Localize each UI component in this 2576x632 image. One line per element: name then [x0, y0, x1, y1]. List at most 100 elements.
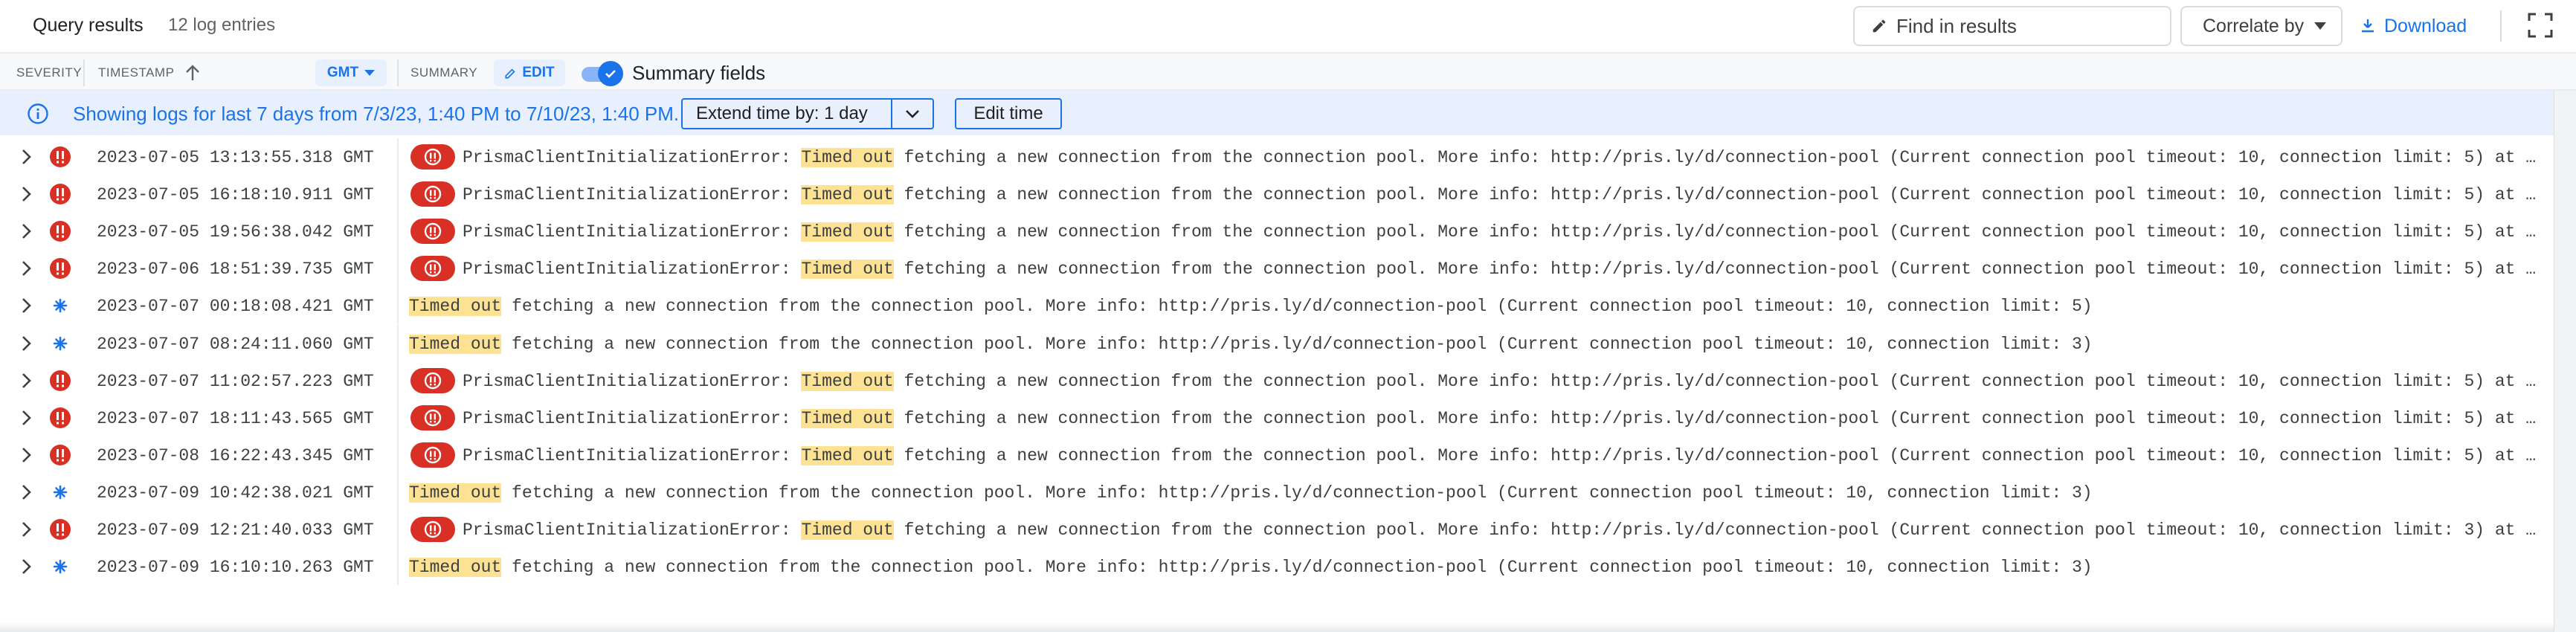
- download-label: Download: [2384, 15, 2467, 36]
- column-divider[interactable]: [397, 59, 399, 86]
- column-divider: [397, 138, 399, 175]
- find-in-results-input[interactable]: Find in results: [1853, 6, 2171, 46]
- column-timestamp[interactable]: TIMESTAMP: [98, 65, 174, 80]
- column-divider: [397, 361, 399, 399]
- search-highlight: Timed out: [801, 445, 894, 465]
- chevron-down-icon: [906, 110, 919, 118]
- error-severity-icon: [50, 444, 71, 465]
- log-summary: PrismaClientInitializationError: Timed o…: [463, 520, 2537, 540]
- expand-chevron-icon[interactable]: [16, 445, 36, 465]
- expand-chevron-icon[interactable]: [16, 184, 36, 204]
- expand-chevron-icon[interactable]: [16, 147, 36, 167]
- log-timestamp: 2023-07-09 10:42:38.021 GMT: [97, 483, 374, 503]
- column-divider: [397, 250, 399, 288]
- extend-time-dropdown[interactable]: [892, 109, 933, 118]
- summary-prefix: PrismaClientInitializationError:: [463, 445, 802, 465]
- log-timestamp: 2023-07-07 18:11:43.565 GMT: [97, 408, 374, 428]
- bottom-edge: [0, 622, 2554, 632]
- edit-summary-button[interactable]: EDIT: [494, 59, 565, 86]
- log-entry-row[interactable]: 2023-07-05 16:18:10.911 GMT PrismaClientI…: [0, 175, 2554, 213]
- column-divider: [397, 473, 399, 511]
- error-pill-icon: [410, 256, 455, 282]
- column-severity[interactable]: SEVERITY: [16, 65, 82, 80]
- error-pill-icon: [410, 219, 455, 245]
- log-entry-row[interactable]: 2023-07-09 12:21:40.033 GMT PrismaClientI…: [0, 511, 2554, 548]
- column-divider: [397, 287, 399, 325]
- summary-text: fetching a new connection from the conne…: [501, 558, 2093, 578]
- pencil-icon: [1873, 19, 1886, 33]
- log-timestamp: 2023-07-07 00:18:08.421 GMT: [97, 297, 374, 317]
- toggle-knob: [598, 61, 623, 86]
- log-entry-row[interactable]: 2023-07-05 19:56:38.042 GMT PrismaClientI…: [0, 213, 2554, 251]
- expand-chevron-icon[interactable]: [16, 222, 36, 241]
- search-highlight: Timed out: [409, 334, 502, 354]
- check-icon: [605, 70, 616, 78]
- log-timestamp: 2023-07-05 19:56:38.042 GMT: [97, 222, 374, 242]
- log-timestamp: 2023-07-09 16:10:10.263 GMT: [97, 558, 374, 578]
- edit-time-button[interactable]: Edit time: [955, 98, 1062, 129]
- error-severity-icon: [50, 146, 71, 167]
- summary-text: fetching a new connection from the conne…: [893, 259, 2537, 280]
- log-summary: PrismaClientInitializationError: Timed o…: [463, 222, 2537, 242]
- search-highlight: Timed out: [801, 408, 894, 428]
- log-entry-row[interactable]: 2023-07-07 11:02:57.223 GMT PrismaClientI…: [0, 361, 2554, 399]
- default-severity-icon: [53, 485, 68, 500]
- search-highlight: Timed out: [409, 558, 502, 578]
- summary-text: fetching a new connection from the conne…: [893, 371, 2537, 391]
- expand-chevron-icon[interactable]: [16, 408, 36, 428]
- divider: [2500, 10, 2502, 42]
- log-summary: Timed out fetching a new connection from…: [409, 297, 2537, 317]
- expand-chevron-icon[interactable]: [16, 483, 36, 502]
- log-entry-row[interactable]: 2023-07-05 13:13:55.318 GMT PrismaClientI…: [0, 138, 2554, 175]
- error-severity-icon: [50, 370, 71, 391]
- log-summary: PrismaClientInitializationError: Timed o…: [463, 445, 2537, 465]
- column-divider: [397, 511, 399, 548]
- expand-chevron-icon[interactable]: [16, 259, 36, 278]
- search-highlight: Timed out: [801, 259, 894, 280]
- log-timestamp: 2023-07-09 12:21:40.033 GMT: [97, 520, 374, 540]
- error-pill-icon: [410, 144, 455, 170]
- log-entry-row[interactable]: 2023-07-09 16:10:10.263 GMT Timed out fet…: [0, 548, 2554, 586]
- log-entry-row[interactable]: 2023-07-07 08:24:11.060 GMT Timed out fet…: [0, 324, 2554, 362]
- download-icon: [2362, 19, 2374, 33]
- summary-fields-toggle[interactable]: [582, 61, 623, 86]
- expand-chevron-icon[interactable]: [16, 334, 36, 353]
- summary-text: fetching a new connection from the conne…: [501, 334, 2093, 354]
- column-divider: [397, 548, 399, 586]
- scrollbar[interactable]: [2554, 91, 2576, 632]
- sort-ascending-icon[interactable]: [184, 64, 201, 82]
- summary-fields-label: Summary fields: [632, 62, 766, 84]
- log-entry-row[interactable]: 2023-07-07 00:18:08.421 GMT Timed out fet…: [0, 287, 2554, 325]
- expand-chevron-icon[interactable]: [16, 557, 36, 576]
- search-highlight: Timed out: [801, 520, 894, 540]
- banner-message: Showing logs for last 7 days from 7/3/23…: [73, 103, 680, 125]
- log-summary: Timed out fetching a new connection from…: [409, 558, 2537, 578]
- expand-chevron-icon[interactable]: [16, 520, 36, 539]
- summary-text: fetching a new connection from the conne…: [893, 222, 2537, 242]
- log-entry-row[interactable]: 2023-07-06 18:51:39.735 GMT PrismaClientI…: [0, 250, 2554, 288]
- timezone-dropdown[interactable]: GMT: [315, 59, 387, 86]
- error-pill-icon: [410, 404, 455, 431]
- log-summary: PrismaClientInitializationError: Timed o…: [463, 185, 2537, 205]
- extend-time-button[interactable]: Extend time by: 1 day: [683, 100, 892, 128]
- correlate-by-dropdown[interactable]: Correlate by: [2180, 6, 2342, 46]
- summary-text: fetching a new connection from the conne…: [893, 148, 2537, 167]
- log-entry-row[interactable]: 2023-07-08 16:22:43.345 GMT PrismaClientI…: [0, 436, 2554, 474]
- pencil-icon: [505, 68, 515, 79]
- log-timestamp: 2023-07-08 16:22:43.345 GMT: [97, 445, 374, 465]
- download-button[interactable]: Download: [2359, 6, 2493, 46]
- summary-prefix: PrismaClientInitializationError:: [463, 222, 802, 242]
- error-severity-icon: [50, 519, 71, 540]
- error-severity-icon: [50, 221, 71, 242]
- search-highlight: Timed out: [409, 297, 502, 317]
- expand-chevron-icon[interactable]: [16, 296, 36, 315]
- column-header-row: SEVERITY TIMESTAMP GMT SUMMARY EDIT Summ…: [0, 52, 2576, 91]
- log-timestamp: 2023-07-06 18:51:39.735 GMT: [97, 259, 374, 280]
- expand-chevron-icon[interactable]: [16, 371, 36, 390]
- log-entry-row[interactable]: 2023-07-07 18:11:43.565 GMT PrismaClientI…: [0, 399, 2554, 436]
- page-title: Query results: [33, 15, 144, 36]
- error-pill-icon: [410, 517, 455, 542]
- fullscreen-icon[interactable]: [2527, 12, 2554, 39]
- column-divider[interactable]: [83, 59, 85, 86]
- log-entry-row[interactable]: 2023-07-09 10:42:38.021 GMT Timed out fet…: [0, 473, 2554, 511]
